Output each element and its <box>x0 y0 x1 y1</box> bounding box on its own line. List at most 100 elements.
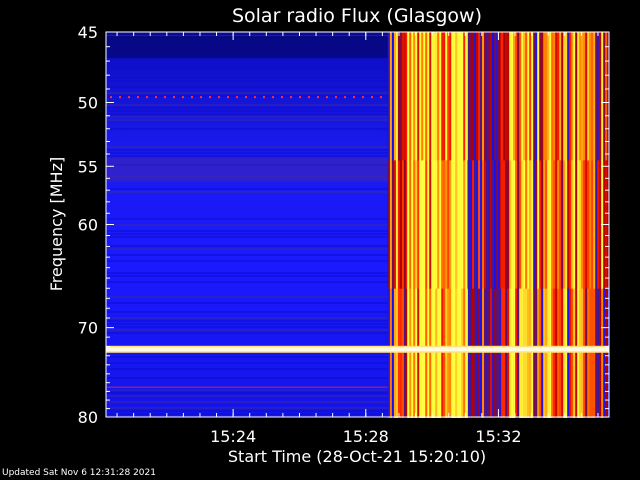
dot <box>380 96 382 99</box>
spectral-streak <box>387 32 391 162</box>
spectral-streak <box>539 288 542 418</box>
spectral-streak <box>431 288 434 418</box>
background-band <box>106 146 388 148</box>
spectral-streak <box>461 32 464 162</box>
spectral-streak <box>503 32 506 162</box>
background-band <box>106 401 388 403</box>
spectral-streak <box>439 32 442 162</box>
spectral-streak <box>533 160 536 290</box>
spectral-streak <box>423 160 426 290</box>
interference-line <box>106 347 609 352</box>
spectral-streak <box>431 160 434 290</box>
spectral-streak <box>561 288 564 418</box>
update-timestamp: Updated Sat Nov 6 12:31:28 2021 <box>2 468 156 478</box>
background-band <box>106 326 388 328</box>
spectral-streak <box>573 160 576 290</box>
spectral-streak <box>601 32 604 162</box>
spectral-streak <box>549 288 552 418</box>
spectral-streak <box>486 160 489 290</box>
background-band <box>106 356 388 358</box>
spectral-streak <box>411 160 414 290</box>
spectral-streak <box>437 32 440 162</box>
spectral-streak <box>583 288 586 418</box>
spectral-streak <box>457 160 460 290</box>
spectral-streak <box>425 32 428 162</box>
spectral-streak <box>403 160 407 290</box>
spectral-streak <box>415 288 418 418</box>
spectral-streak <box>571 160 574 290</box>
background-band <box>106 77 388 79</box>
background-band <box>106 152 388 154</box>
spectral-streak <box>523 288 526 418</box>
spectral-streak <box>517 160 520 290</box>
spectral-streak <box>427 32 430 162</box>
spectral-streak <box>563 288 566 418</box>
spectral-streak <box>470 160 473 290</box>
spectral-streak <box>561 32 564 162</box>
spectral-streak <box>470 32 473 162</box>
spectral-streak <box>539 160 542 290</box>
spectral-streak <box>559 32 562 162</box>
dot <box>254 96 256 99</box>
spectral-streak <box>585 32 588 162</box>
spectral-streak <box>393 32 397 162</box>
spectral-streak <box>486 288 489 418</box>
spectral-streak <box>492 288 495 418</box>
y-tick-label: 50 <box>78 94 98 113</box>
spectral-streak <box>480 288 483 418</box>
spectral-streak <box>463 32 466 162</box>
spectral-streak <box>563 160 566 290</box>
spectral-streak <box>461 160 464 290</box>
spectral-streak <box>577 288 580 418</box>
background-band <box>106 272 388 274</box>
dot <box>164 96 166 99</box>
spectral-streak <box>507 288 510 418</box>
spectral-streak <box>486 32 489 162</box>
spectral-streak <box>447 160 450 290</box>
spectral-streak <box>496 160 499 290</box>
spectral-streak <box>547 160 550 290</box>
spectral-streak <box>525 160 528 290</box>
spectral-streak <box>533 288 536 418</box>
dot <box>272 96 274 99</box>
spectral-streak <box>543 160 546 290</box>
spectral-streak <box>468 288 471 418</box>
background-band <box>106 362 388 364</box>
spectral-streak <box>569 288 572 418</box>
spectral-streak <box>601 288 604 418</box>
spectral-streak <box>595 160 598 290</box>
spectral-streak <box>585 288 588 418</box>
dot <box>263 96 265 99</box>
low-frequency-band <box>106 36 388 58</box>
spectral-streak <box>488 32 491 162</box>
dot <box>200 96 202 99</box>
spectral-streak <box>599 32 602 162</box>
spectral-streak <box>399 32 403 162</box>
spectral-streak <box>441 32 444 162</box>
spectral-streak <box>571 32 574 162</box>
background-band <box>106 317 388 319</box>
spectral-streak <box>503 160 506 290</box>
spectral-streak <box>543 288 546 418</box>
spectral-streak <box>557 32 560 162</box>
spectral-streak <box>587 32 590 162</box>
spectral-streak <box>535 288 538 418</box>
spectral-streak <box>484 288 487 418</box>
background-band <box>106 233 388 235</box>
spectral-streak <box>501 32 504 162</box>
spectral-streak <box>581 160 584 290</box>
background-band <box>106 188 388 190</box>
spectral-streak <box>492 32 495 162</box>
background-band <box>106 302 388 304</box>
spectral-streak <box>519 160 522 290</box>
spectral-streak <box>457 32 460 162</box>
background-band <box>106 254 388 256</box>
spectral-streak <box>421 32 424 162</box>
background-banding <box>106 35 388 415</box>
spectral-streak <box>555 160 558 290</box>
spectral-streak <box>425 288 428 418</box>
spectral-streak <box>529 32 532 162</box>
background-band <box>106 230 388 232</box>
dot <box>128 96 130 99</box>
x-axis-label: Start Time (28-Oct-21 15:20:10) <box>228 447 486 466</box>
